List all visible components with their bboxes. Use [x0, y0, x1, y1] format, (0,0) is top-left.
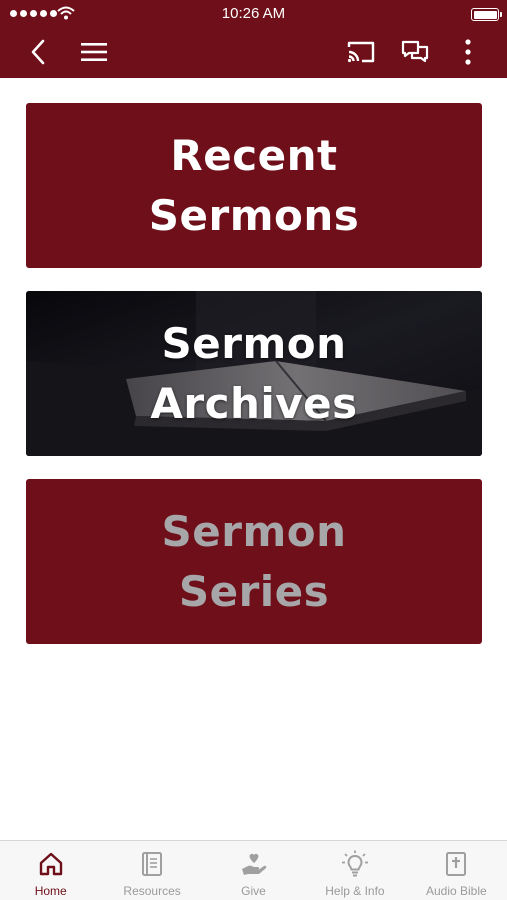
hamburger-menu-icon [81, 43, 107, 61]
tab-give-label: Give [241, 884, 266, 898]
status-bar: 10:26 AM [0, 0, 507, 28]
recent-sermons-tile[interactable]: Recent Sermons [26, 103, 482, 268]
tab-bar: Home Resources Give Help & Info Audio Bi… [0, 840, 507, 900]
bible-icon [446, 852, 467, 876]
give-hand-heart-icon [241, 853, 266, 875]
sermon-series-tile[interactable]: Sermon Series [26, 479, 482, 644]
chat-button[interactable] [399, 36, 431, 68]
back-button[interactable] [24, 36, 52, 68]
chat-icon [401, 40, 429, 63]
sermon-series-label: Sermon Series [161, 506, 347, 616]
battery-icon [471, 8, 502, 21]
home-icon [39, 852, 62, 876]
tab-give[interactable]: Give [203, 841, 304, 900]
sermon-archives-tile[interactable]: Sermon Archives [26, 291, 482, 456]
more-vertical-icon [465, 39, 471, 65]
tab-resources-label: Resources [123, 884, 181, 898]
tab-resources[interactable]: Resources [101, 841, 202, 900]
tab-home-label: Home [34, 884, 67, 898]
tab-audio-bible-label: Audio Bible [425, 884, 487, 898]
cast-button[interactable] [344, 36, 378, 68]
more-options-button[interactable] [456, 36, 480, 68]
recent-sermons-label: Recent Sermons [148, 130, 360, 240]
header-bar: 10:26 AM [0, 0, 507, 78]
book-icon [142, 852, 163, 876]
sermon-archives-label: Sermon Archives [150, 318, 358, 428]
chevron-left-icon [31, 39, 45, 65]
tab-help-info[interactable]: Help & Info [304, 841, 405, 900]
tab-help-info-label: Help & Info [325, 884, 385, 898]
app-screen: 10:26 AM Recent Sermons Sermon Archives … [0, 0, 507, 900]
status-time: 10:26 AM [221, 5, 286, 22]
tab-audio-bible[interactable]: Audio Bible [406, 841, 507, 900]
tab-home[interactable]: Home [0, 841, 101, 900]
lightbulb-icon [341, 850, 368, 877]
cast-icon [347, 41, 375, 63]
menu-button[interactable] [78, 36, 110, 68]
